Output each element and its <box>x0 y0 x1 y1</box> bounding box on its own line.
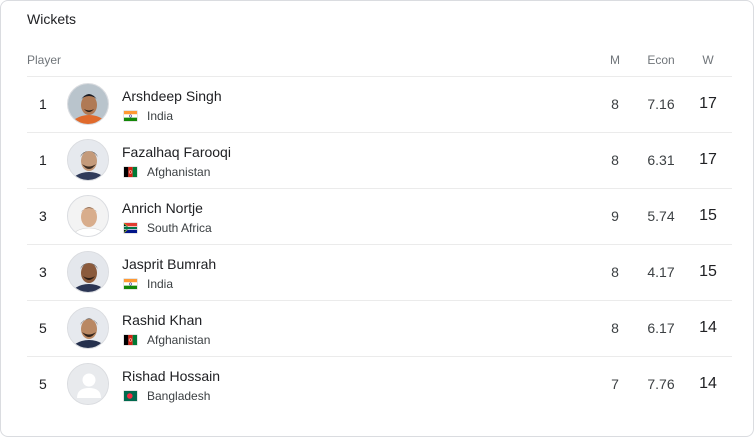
header-wickets: W <box>702 53 714 67</box>
header-player: Player <box>27 53 62 67</box>
rank: 5 <box>39 320 47 336</box>
player-row[interactable]: 5 Rashid Khan Afghanistan 8 6.17 14 <box>27 301 732 357</box>
player-name[interactable]: Arshdeep Singh <box>122 88 222 104</box>
country-name: Afghanistan <box>147 333 211 347</box>
rank: 1 <box>39 152 47 168</box>
economy-value: 4.17 <box>647 264 675 280</box>
matches-value: 8 <box>611 96 619 112</box>
player-row[interactable]: 1 Fazalhaq Farooqi Afghanistan 8 6.31 17 <box>27 133 732 189</box>
country-name: Afghanistan <box>147 165 211 179</box>
country-name: South Africa <box>147 221 212 235</box>
economy-value: 5.74 <box>647 208 675 224</box>
country-name: India <box>147 277 174 291</box>
player-row[interactable]: 3 Anrich Nortje South Africa 9 5.74 15 <box>27 189 732 245</box>
wickets-value: 14 <box>699 375 717 392</box>
player-country: Afghanistan <box>124 165 210 179</box>
afghanistan-flag-icon <box>124 167 137 177</box>
matches-value: 8 <box>611 320 619 336</box>
bangladesh-flag-icon <box>124 391 137 401</box>
wickets-value: 15 <box>699 207 717 224</box>
card-title: Wickets <box>27 11 76 27</box>
matches-value: 9 <box>611 208 619 224</box>
player-country: India <box>124 109 173 123</box>
economy-value: 6.31 <box>647 152 675 168</box>
afghanistan-flag-icon <box>124 335 137 345</box>
player-avatar[interactable] <box>67 139 109 181</box>
player-name[interactable]: Anrich Nortje <box>122 200 203 216</box>
player-name[interactable]: Rashid Khan <box>122 312 202 328</box>
placeholder-person-icon[interactable] <box>67 363 109 405</box>
player-row[interactable]: 3 Jasprit Bumrah India 8 4.17 15 <box>27 245 732 301</box>
header-economy: Econ <box>647 53 675 67</box>
wickets-value: 17 <box>699 151 717 168</box>
country-name: Bangladesh <box>147 389 211 403</box>
economy-value: 7.16 <box>647 96 675 112</box>
player-name[interactable]: Jasprit Bumrah <box>122 256 216 272</box>
rank: 3 <box>39 264 47 280</box>
matches-value: 8 <box>611 152 619 168</box>
player-list: 1 Arshdeep Singh India 8 7.16 17 1 Fazal… <box>27 77 732 412</box>
header-matches: M <box>610 53 620 67</box>
player-row[interactable]: 1 Arshdeep Singh India 8 7.16 17 <box>27 77 732 133</box>
player-avatar[interactable] <box>67 307 109 349</box>
india-flag-icon <box>124 279 137 289</box>
player-avatar[interactable] <box>67 251 109 293</box>
rank: 1 <box>39 96 47 112</box>
player-country: Bangladesh <box>124 389 210 403</box>
player-row[interactable]: 5 Rishad Hossain Bangladesh 7 7.76 14 <box>27 357 732 412</box>
player-name[interactable]: Fazalhaq Farooqi <box>122 144 231 160</box>
south-africa-flag-icon <box>124 223 137 233</box>
player-country: India <box>124 277 173 291</box>
rank: 5 <box>39 376 47 392</box>
wickets-value: 15 <box>699 263 717 280</box>
economy-value: 7.76 <box>647 376 675 392</box>
wickets-value: 14 <box>699 319 717 336</box>
player-country: South Africa <box>124 221 212 235</box>
wickets-value: 17 <box>699 95 717 112</box>
matches-value: 8 <box>611 264 619 280</box>
wickets-card: Wickets Player M Econ W 1 Arshdeep Singh <box>0 0 754 437</box>
table-header: Player M Econ W <box>27 53 731 75</box>
player-avatar[interactable] <box>67 83 109 125</box>
economy-value: 6.17 <box>647 320 675 336</box>
country-name: India <box>147 109 174 123</box>
matches-value: 7 <box>611 376 619 392</box>
india-flag-icon <box>124 111 137 121</box>
player-country: Afghanistan <box>124 333 210 347</box>
player-name[interactable]: Rishad Hossain <box>122 368 220 384</box>
player-avatar[interactable] <box>67 195 109 237</box>
rank: 3 <box>39 208 47 224</box>
